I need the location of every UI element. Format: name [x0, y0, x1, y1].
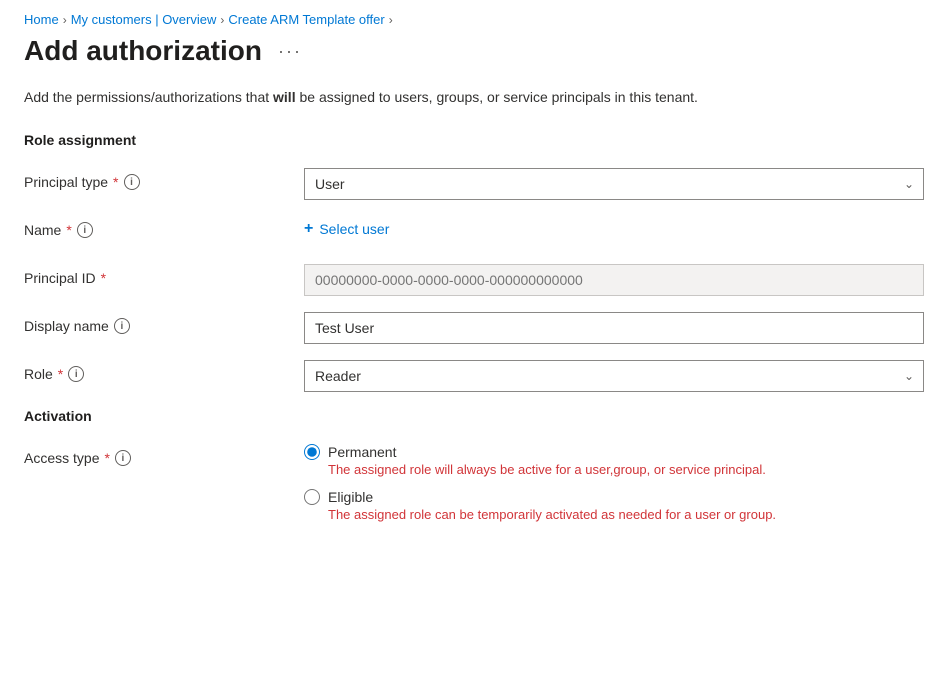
page-description: Add the permissions/authorizations that …	[24, 87, 928, 108]
permanent-label[interactable]: Permanent	[328, 444, 396, 460]
breadcrumb-sep-3: ›	[389, 13, 393, 27]
eligible-radio[interactable]	[304, 489, 320, 505]
eligible-option: Eligible The assigned role can be tempor…	[304, 489, 924, 522]
select-user-label: Select user	[319, 221, 389, 237]
role-assignment-title: Role assignment	[24, 132, 928, 148]
access-type-label: Access type * i	[24, 444, 304, 466]
display-name-info-icon[interactable]: i	[114, 318, 130, 334]
principal-id-label: Principal ID *	[24, 264, 304, 286]
role-select-wrapper: Reader Contributor Owner ⌄	[304, 360, 924, 392]
role-control: Reader Contributor Owner ⌄	[304, 360, 924, 392]
permanent-option: Permanent The assigned role will always …	[304, 444, 924, 477]
activation-section: Activation Access type * i Permanent The…	[24, 408, 928, 522]
principal-id-row: Principal ID *	[24, 264, 928, 296]
principal-type-label: Principal type * i	[24, 168, 304, 190]
display-name-input[interactable]	[304, 312, 924, 344]
principal-type-row: Principal type * i User Group Service Pr…	[24, 168, 928, 200]
name-info-icon[interactable]: i	[77, 222, 93, 238]
page-title: Add authorization	[24, 35, 262, 67]
role-info-icon[interactable]: i	[68, 366, 84, 382]
breadcrumb-sep-2: ›	[220, 13, 224, 27]
select-user-button[interactable]: + Select user	[304, 216, 389, 242]
principal-type-required: *	[113, 174, 118, 190]
more-options-button[interactable]: ···	[272, 39, 308, 64]
principal-type-select-wrapper: User Group Service Principal ⌄	[304, 168, 924, 200]
name-control: + Select user	[304, 216, 924, 242]
eligible-label[interactable]: Eligible	[328, 489, 373, 505]
breadcrumb-home[interactable]: Home	[24, 12, 59, 27]
name-label: Name * i	[24, 216, 304, 238]
permanent-description: The assigned role will always be active …	[328, 462, 924, 477]
plus-icon: +	[304, 220, 313, 238]
name-row: Name * i + Select user	[24, 216, 928, 248]
principal-id-input[interactable]	[304, 264, 924, 296]
principal-id-required: *	[101, 270, 106, 286]
access-type-control: Permanent The assigned role will always …	[304, 444, 924, 522]
role-label: Role * i	[24, 360, 304, 382]
role-select[interactable]: Reader Contributor Owner	[304, 360, 924, 392]
display-name-control	[304, 312, 924, 344]
permanent-radio-row: Permanent	[304, 444, 924, 460]
breadcrumb-create-offer[interactable]: Create ARM Template offer	[228, 12, 384, 27]
role-assignment-section: Role assignment Principal type * i User …	[24, 132, 928, 392]
access-type-required: *	[104, 450, 109, 466]
role-row: Role * i Reader Contributor Owner ⌄	[24, 360, 928, 392]
principal-id-control	[304, 264, 924, 296]
permanent-radio[interactable]	[304, 444, 320, 460]
breadcrumb-sep-1: ›	[63, 13, 67, 27]
access-type-info-icon[interactable]: i	[115, 450, 131, 466]
breadcrumb: Home › My customers | Overview › Create …	[24, 0, 928, 35]
display-name-row: Display name i	[24, 312, 928, 344]
access-type-row: Access type * i Permanent The assigned r…	[24, 444, 928, 522]
role-required: *	[58, 366, 63, 382]
principal-type-info-icon[interactable]: i	[124, 174, 140, 190]
eligible-description: The assigned role can be temporarily act…	[328, 507, 924, 522]
name-required: *	[66, 222, 71, 238]
page-title-row: Add authorization ···	[24, 35, 928, 67]
activation-title: Activation	[24, 408, 928, 424]
principal-type-select[interactable]: User Group Service Principal	[304, 168, 924, 200]
display-name-label: Display name i	[24, 312, 304, 334]
access-type-radio-group: Permanent The assigned role will always …	[304, 444, 924, 522]
breadcrumb-my-customers[interactable]: My customers | Overview	[71, 12, 217, 27]
eligible-radio-row: Eligible	[304, 489, 924, 505]
principal-type-control: User Group Service Principal ⌄	[304, 168, 924, 200]
